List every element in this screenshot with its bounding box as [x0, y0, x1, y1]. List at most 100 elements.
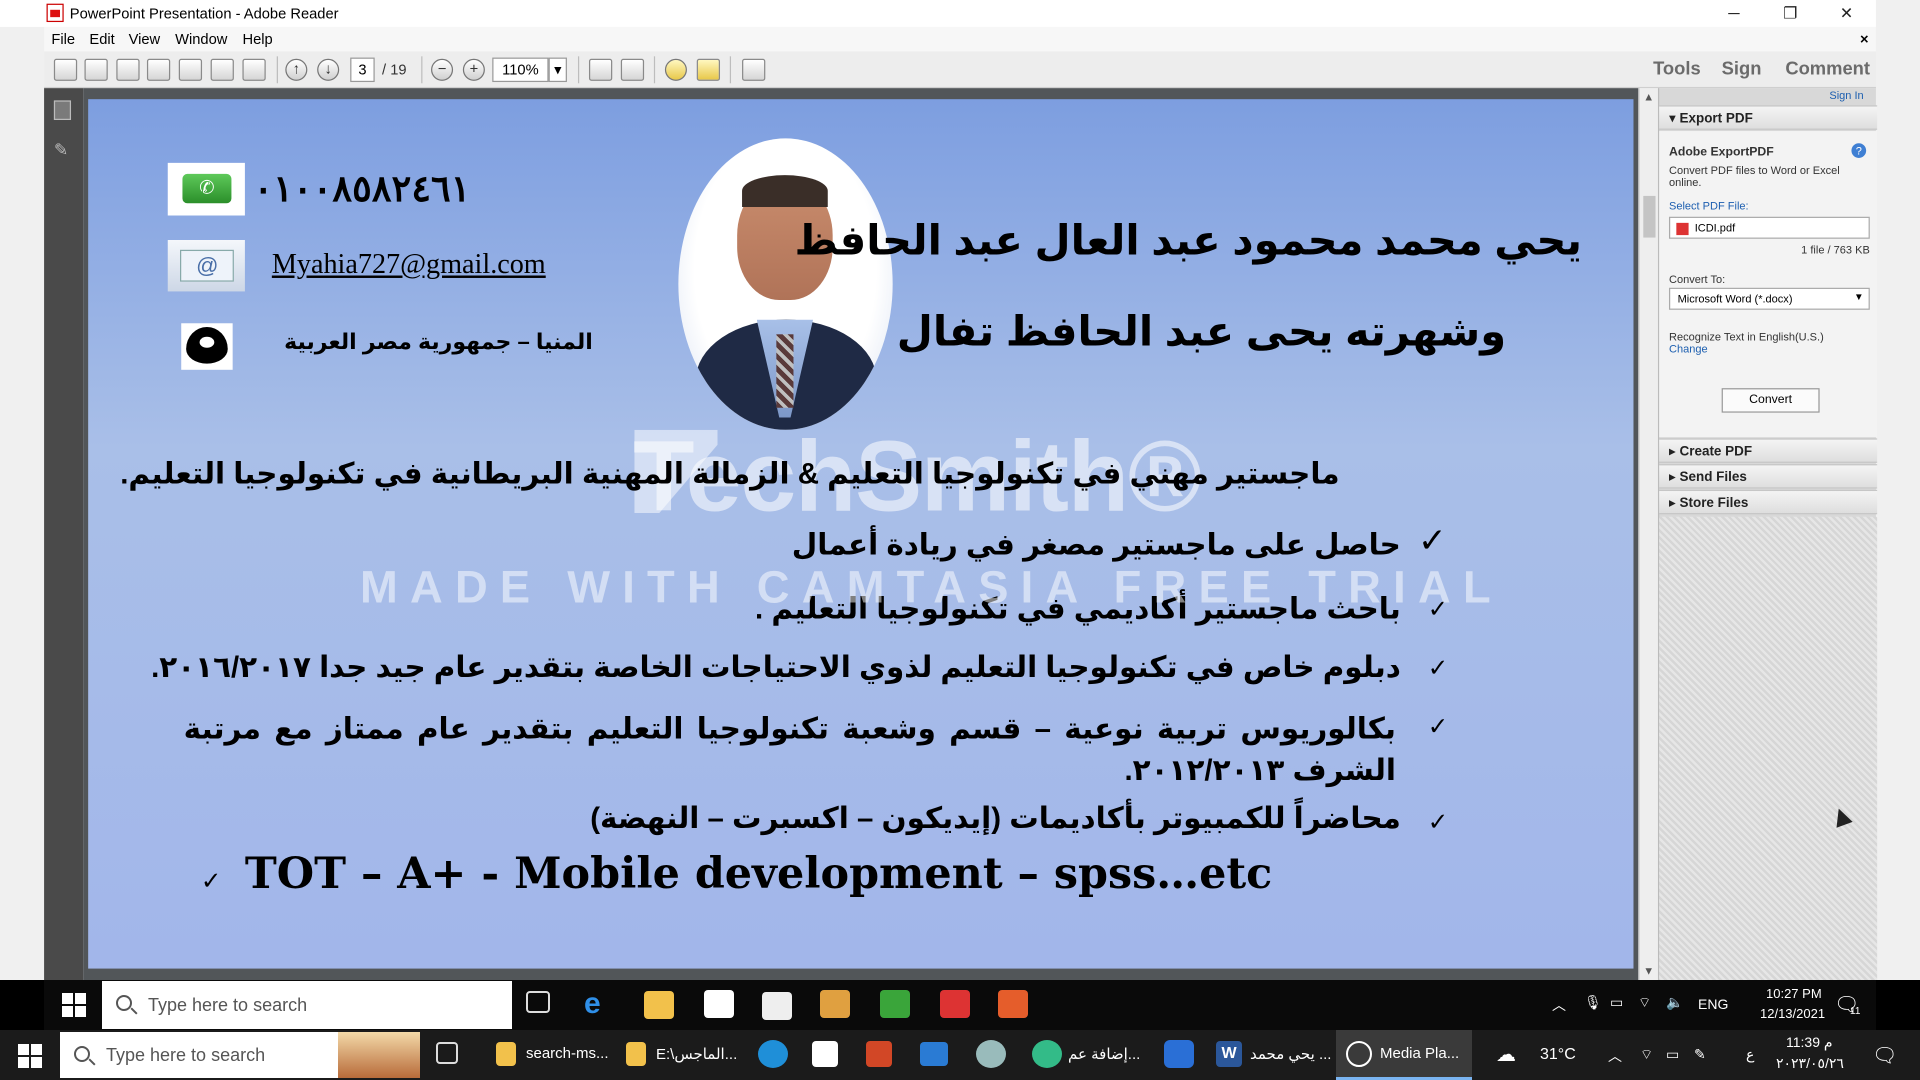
- page-thumbnails-icon[interactable]: [53, 100, 72, 121]
- language-indicator[interactable]: ع: [1746, 1046, 1754, 1063]
- edge-browser-icon[interactable]: [758, 1040, 788, 1068]
- store-icon[interactable]: [812, 1041, 838, 1067]
- send-files-header[interactable]: ▸ Send Files: [1659, 464, 1878, 489]
- document-close-icon[interactable]: ×: [1860, 31, 1869, 48]
- combine-icon[interactable]: [84, 58, 108, 81]
- file-explorer-icon[interactable]: [644, 991, 674, 1019]
- change-link[interactable]: Change: [1669, 343, 1708, 355]
- clock-date[interactable]: 12/13/2021: [1760, 1006, 1825, 1021]
- format-select[interactable]: Microsoft Word (*.docx) ▼: [1668, 287, 1870, 310]
- menu-edit[interactable]: Edit: [89, 31, 114, 48]
- print-icon[interactable]: [210, 58, 234, 81]
- powerpoint-icon[interactable]: [866, 1041, 892, 1067]
- expand-right-icon: ▸: [1668, 444, 1680, 460]
- battery-icon[interactable]: ▭: [1666, 1046, 1679, 1063]
- create-pdf-icon[interactable]: [53, 58, 78, 81]
- weather-icon[interactable]: ☁: [1496, 1042, 1516, 1067]
- restore-button[interactable]: ❐: [1762, 0, 1818, 27]
- start-windows-icon[interactable]: [62, 993, 86, 1017]
- tab-tools[interactable]: Tools: [1653, 59, 1701, 80]
- store-files-header[interactable]: ▸ Store Files: [1659, 489, 1878, 515]
- help-icon[interactable]: ?: [1851, 143, 1867, 158]
- mail-icon-box: @: [167, 240, 245, 292]
- media-player-icon[interactable]: [1346, 1041, 1372, 1067]
- export-pdf-header[interactable]: ▾ Export PDF: [1659, 105, 1878, 130]
- task-view-icon[interactable]: [436, 1042, 458, 1064]
- wifi-icon[interactable]: ⌔: [1638, 994, 1651, 1012]
- tray-overflow-icon[interactable]: ︿: [1552, 995, 1566, 1015]
- notification-icon[interactable]: 🗨: [1872, 1043, 1897, 1068]
- clock-time[interactable]: 10:27 PM: [1766, 986, 1822, 1001]
- mail-icon[interactable]: [762, 992, 792, 1020]
- edge-browser-icon[interactable]: e: [584, 989, 614, 1019]
- pen-icon[interactable]: ✎: [1694, 1046, 1706, 1063]
- store-icon[interactable]: [704, 990, 734, 1018]
- menu-view[interactable]: View: [129, 31, 161, 48]
- zoom-dropdown-icon[interactable]: ▾: [548, 57, 567, 83]
- attachments-icon[interactable]: ✎: [54, 140, 71, 160]
- zoom-level-field[interactable]: 110%: [492, 57, 549, 83]
- fit-page-icon[interactable]: [620, 58, 645, 81]
- minimize-button[interactable]: ─: [1706, 0, 1762, 27]
- zoom-in-icon[interactable]: +: [462, 58, 485, 81]
- folder-icon[interactable]: [496, 1042, 516, 1066]
- vertical-scrollbar[interactable]: ▲ ▼: [1638, 88, 1658, 980]
- zoom-out-icon[interactable]: −: [431, 58, 454, 81]
- menu-window[interactable]: Window: [175, 31, 227, 48]
- taskbar-app-label[interactable]: E:\الماجس...: [656, 1045, 737, 1063]
- edit-icon[interactable]: [116, 58, 140, 81]
- battery-icon[interactable]: ▭: [1610, 994, 1623, 1011]
- comment-icon[interactable]: [664, 58, 687, 81]
- email-address[interactable]: Myahia727@gmail.com: [272, 249, 546, 281]
- menu-file[interactable]: File: [51, 31, 75, 48]
- close-button[interactable]: ✕: [1818, 0, 1874, 27]
- scroll-up-icon[interactable]: ▲: [1643, 91, 1654, 103]
- language-indicator[interactable]: ENG: [1698, 996, 1728, 1012]
- create-pdf-header[interactable]: ▸ Create PDF: [1659, 438, 1878, 463]
- full-screen-icon[interactable]: [742, 58, 766, 81]
- save-icon[interactable]: [178, 58, 203, 81]
- microphone-icon[interactable]: 🎙: [1584, 994, 1602, 1011]
- folder-icon[interactable]: [626, 1042, 646, 1066]
- camtasia-icon[interactable]: [880, 990, 910, 1018]
- tab-comment[interactable]: Comment: [1785, 59, 1870, 80]
- convert-button[interactable]: Convert: [1721, 388, 1820, 413]
- app-icon[interactable]: [820, 990, 850, 1018]
- taskbar-app-label[interactable]: يحي محمد ...: [1250, 1045, 1331, 1063]
- next-page-icon[interactable]: ↓: [317, 58, 340, 81]
- clock-date[interactable]: ٢٠٢٣/٠٥/٢٦: [1776, 1055, 1844, 1072]
- page-number-input[interactable]: 3: [350, 57, 375, 83]
- fit-width-icon[interactable]: [588, 58, 613, 81]
- scroll-thumb[interactable]: [1643, 195, 1656, 238]
- taskbar-search-input[interactable]: Type here to search: [102, 981, 512, 1029]
- tray-overflow-icon[interactable]: ︿: [1608, 1046, 1622, 1066]
- taskbar-app-label[interactable]: search-ms...: [526, 1045, 609, 1062]
- wifi-icon[interactable]: ⌔: [1640, 1046, 1653, 1064]
- sign-in-link[interactable]: Sign In: [1829, 89, 1863, 101]
- weather-temperature[interactable]: 31°C: [1540, 1046, 1576, 1064]
- start-windows-icon[interactable]: [18, 1044, 42, 1068]
- search-placeholder: Type here to search: [106, 1045, 266, 1065]
- app-icon[interactable]: [1164, 1040, 1194, 1068]
- highlight-icon[interactable]: [696, 58, 721, 81]
- volume-icon[interactable]: 🔈: [1666, 994, 1683, 1011]
- selected-file-field[interactable]: ICDI.pdf: [1668, 216, 1870, 239]
- taskbar-app-label[interactable]: إضافة عم...: [1068, 1045, 1140, 1063]
- camtasia-recorder-icon[interactable]: [998, 990, 1028, 1018]
- taskbar-search-input[interactable]: Type here to search: [60, 1032, 420, 1078]
- chrome-icon[interactable]: [1032, 1040, 1062, 1068]
- task-view-icon[interactable]: [526, 991, 550, 1013]
- cloud-upload-icon[interactable]: [146, 58, 171, 81]
- acrobat-icon[interactable]: [940, 990, 970, 1018]
- clock-time[interactable]: 11:39 م: [1786, 1034, 1833, 1051]
- tab-sign[interactable]: Sign: [1722, 59, 1762, 80]
- previous-page-icon[interactable]: ↑: [285, 58, 308, 81]
- mail-icon[interactable]: [920, 1042, 948, 1066]
- email-icon[interactable]: [242, 58, 266, 81]
- scroll-down-icon[interactable]: ▼: [1643, 965, 1654, 977]
- taskbar-app-label[interactable]: Media Pla...: [1380, 1045, 1459, 1062]
- menu-help[interactable]: Help: [242, 31, 272, 48]
- word-icon[interactable]: W: [1216, 1041, 1242, 1067]
- window-title: PowerPoint Presentation - Adobe Reader: [69, 4, 339, 23]
- paint-icon[interactable]: [976, 1040, 1006, 1068]
